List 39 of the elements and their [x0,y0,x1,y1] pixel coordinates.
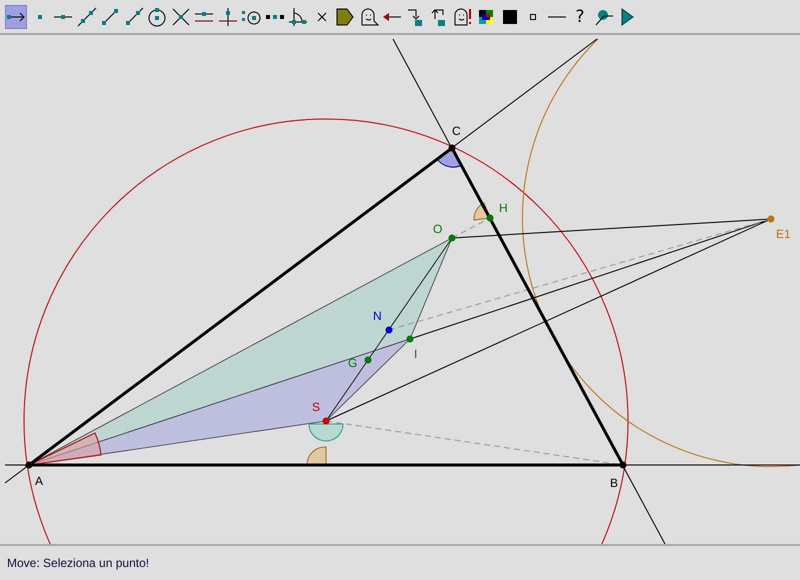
point-icon [38,14,42,18]
point[interactable] [386,326,392,334]
point-label: O [433,222,442,236]
segment-icon [54,14,72,18]
point-label: E1 [776,227,791,241]
tool-button[interactable] [5,4,27,28]
point-label: C [452,124,461,138]
point-label: N [373,309,382,323]
tool-button[interactable] [76,4,98,28]
circle-icon [147,6,167,26]
segment-icon [100,6,120,26]
point-label: S [312,400,320,414]
right-angle-marker [306,446,326,466]
line-style-icon [548,16,566,18]
dots-icon [266,14,284,18]
point-label: I [414,347,418,361]
pentagon-icon [335,6,355,26]
small-square-icon [530,14,536,20]
angle-marker [308,424,344,442]
status-message: Move: Seleziona un punto! [7,556,150,570]
point[interactable] [448,144,456,152]
point[interactable] [26,462,32,468]
point[interactable] [620,462,626,468]
point[interactable] [406,336,414,342]
point-label: A [35,474,44,488]
ghost-alert-icon [452,6,472,26]
point-label: G [348,356,358,370]
point-label: B [610,476,618,490]
ghost-icon [358,6,378,26]
ray-icon [124,6,144,26]
line-icon [76,6,96,26]
perpendicular-icon [218,6,238,26]
angle-icon [288,6,308,26]
point[interactable] [448,234,456,242]
point[interactable] [322,418,330,424]
tool-button[interactable]: ? [569,4,591,28]
point[interactable] [486,214,494,222]
point-label: H [499,201,508,215]
intersect-icon [170,6,190,26]
